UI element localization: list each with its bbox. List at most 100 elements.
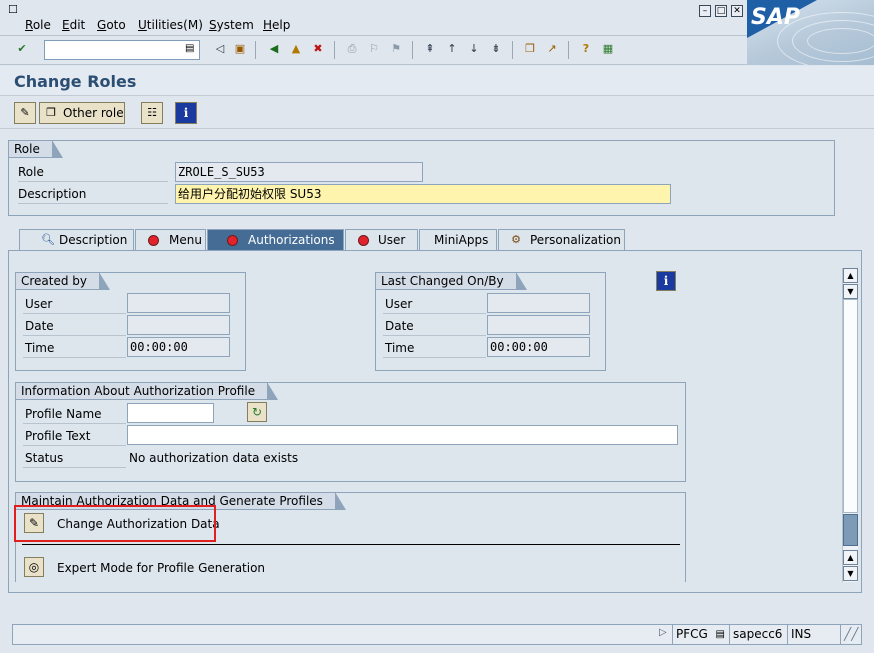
label-underline (18, 203, 168, 204)
vertical-scrollbar[interactable]: ▲ ▼ ▲ ▼ (842, 268, 858, 582)
toolbar-separator (512, 41, 513, 59)
label-underline (23, 467, 126, 468)
other-role-button[interactable]: ❐ Other role (39, 102, 125, 124)
scroll-down-icon[interactable]: ▼ (843, 566, 858, 581)
tab-menu[interactable]: Menu (135, 229, 206, 250)
find-icon[interactable]: ⚐ (366, 41, 382, 57)
scroll-page-down-icon[interactable]: ▲ (843, 550, 858, 565)
tab-menu-label: Menu (169, 233, 202, 247)
tab-authorizations[interactable]: Authorizations (207, 229, 344, 250)
created-date-label: Date (25, 319, 54, 333)
tab-miniapps[interactable]: MiniApps (419, 229, 497, 250)
previous-page-icon[interactable]: ↑ (444, 41, 460, 57)
scroll-track[interactable] (843, 299, 858, 513)
auth-profile-title: Information About Authorization Profile (15, 382, 279, 400)
back-arrow-icon[interactable]: ◁ (212, 41, 228, 57)
shortcut-icon[interactable]: ↗ (544, 41, 560, 57)
description-label: Description (18, 187, 87, 201)
menu-utilities[interactable]: Utilities(M) (138, 18, 203, 32)
sap-logo: SAP (747, 0, 874, 65)
find-next-icon[interactable]: ⚑ (388, 41, 404, 57)
description-field[interactable]: 给用户分配初始权限 SU53 (175, 184, 671, 204)
personalization-icon: ⚙ (511, 233, 521, 246)
next-page-icon[interactable]: ↓ (466, 41, 482, 57)
toolbar-separator (568, 41, 569, 59)
expert-mode-button[interactable]: ◎ (24, 557, 44, 577)
save-icon[interactable]: ▣ (232, 41, 248, 57)
red-status-icon (148, 235, 159, 246)
hierarchy-button[interactable]: ☷ (141, 102, 163, 124)
pencil-glasses-icon: ✎ (20, 106, 30, 119)
label-underline (383, 357, 486, 358)
scroll-page-up-icon[interactable]: ▼ (843, 284, 858, 299)
enter-icon[interactable]: ✔ (14, 41, 30, 57)
menu-goto[interactable]: Goto (97, 18, 126, 32)
exit-icon[interactable]: ▲ (288, 41, 304, 57)
system-menu-icon[interactable]: ☐ (8, 3, 22, 16)
profile-text-input[interactable] (127, 425, 678, 445)
tab-user[interactable]: User (345, 229, 418, 250)
back-icon[interactable]: ◀ (266, 41, 282, 57)
standard-toolbar: ✔ ▤ ◁ ▣ ◀ ▲ ✖ ⎙ ⚐ ⚑ ⇞ ↑ ↓ ⇟ ❐ ↗ ? ▦ (0, 37, 747, 65)
expert-mode-label[interactable]: Expert Mode for Profile Generation (57, 559, 265, 577)
title-bar: Change Roles (0, 66, 874, 96)
application-toolbar: ✎ ❐ Other role ☷ i (0, 97, 874, 129)
info-icon[interactable]: i (656, 271, 676, 291)
layout-menu-icon[interactable]: ▦ (600, 41, 616, 57)
created-user-label: User (25, 297, 53, 311)
command-history-icon[interactable]: ▤ (185, 43, 197, 57)
changed-user-field (487, 293, 590, 313)
magnifier-icon: 🔍︎ (41, 233, 55, 246)
profile-text-label: Profile Text (25, 429, 91, 443)
command-field[interactable]: ▤ (44, 40, 200, 60)
profile-name-label: Profile Name (25, 407, 102, 421)
tab-description-label: Description (59, 233, 128, 247)
maximize-icon[interactable]: □ (715, 5, 727, 17)
red-status-icon (358, 235, 369, 246)
help-icon[interactable]: ? (578, 41, 594, 57)
propose-profile-icon[interactable]: ↻ (247, 402, 267, 422)
profile-name-input[interactable] (127, 403, 214, 423)
scroll-thumb[interactable] (843, 514, 858, 546)
minimize-icon[interactable]: – (699, 5, 711, 17)
status-label: Status (25, 451, 64, 465)
last-changed-group: Last Changed On/By User Date Time 00:00:… (375, 272, 606, 371)
tab-personalization[interactable]: ⚙ Personalization (498, 229, 625, 250)
status-expand-icon[interactable]: ▷ (659, 627, 667, 638)
system-name: sapecc6 (729, 625, 786, 644)
changed-time-label: Time (385, 341, 415, 355)
create-session-icon[interactable]: ❐ (522, 41, 538, 57)
created-by-title: Created by (15, 272, 111, 290)
transaction-code: PFCG ▤ (672, 625, 728, 644)
menu-role[interactable]: Role (25, 18, 51, 32)
print-icon[interactable]: ⎙ (344, 41, 360, 57)
menu-edit[interactable]: Edit (62, 18, 85, 32)
menu-help[interactable]: Help (263, 18, 290, 32)
auth-profile-group: Information About Authorization Profile … (15, 382, 686, 482)
menu-system[interactable]: System (209, 18, 254, 32)
scroll-up-icon[interactable]: ▲ (843, 268, 858, 283)
created-time-label: Time (25, 341, 55, 355)
hierarchy-icon: ☷ (147, 106, 157, 119)
close-icon[interactable]: ✕ (731, 5, 743, 17)
last-page-icon[interactable]: ⇟ (488, 41, 504, 57)
info-icon: i (183, 106, 189, 120)
info-button[interactable]: i (175, 102, 197, 124)
label-underline (383, 335, 486, 336)
first-page-icon[interactable]: ⇞ (422, 41, 438, 57)
role-field[interactable]: ZROLE_S_SU53 (175, 162, 423, 182)
cancel-icon[interactable]: ✖ (310, 41, 326, 57)
divider (22, 544, 680, 545)
resize-grip-icon[interactable]: ╱╱ (840, 625, 861, 644)
tab-description[interactable]: 🔍︎ Description (19, 229, 134, 250)
changed-user-label: User (385, 297, 413, 311)
label-underline (23, 335, 126, 336)
label-underline (23, 313, 126, 314)
tab-personalization-label: Personalization (530, 233, 621, 247)
session-list-icon[interactable]: ▤ (716, 625, 725, 644)
role-group: Role Role ZROLE_S_SU53 Description 给用户分配… (8, 140, 835, 216)
role-group-title: Role (8, 140, 63, 158)
display-change-button[interactable]: ✎ (14, 102, 36, 124)
page-title: Change Roles (14, 72, 137, 91)
other-role-label: Other role (63, 106, 124, 120)
